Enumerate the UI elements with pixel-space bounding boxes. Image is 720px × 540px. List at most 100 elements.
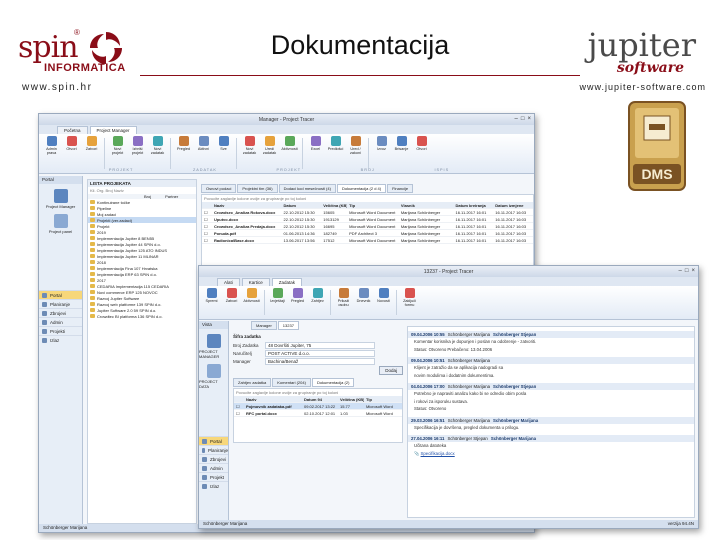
- ribbon-button-activity[interactable]: Aktivnosti: [243, 288, 260, 317]
- manager-titlebar[interactable]: Manager - Project Tracer – □ ×: [39, 114, 534, 125]
- tree-col-broj[interactable]: Broj: [144, 194, 151, 199]
- nav-project-panel[interactable]: Project panel: [39, 214, 82, 234]
- tab-zadatak[interactable]: Zadatak: [271, 278, 303, 286]
- ribbon-button-open[interactable]: Otvori: [63, 136, 80, 171]
- ribbon-button-delete[interactable]: Izbriši projekt: [129, 136, 146, 171]
- ribbon-button-preview[interactable]: Pregled: [289, 288, 306, 317]
- nav-project-data[interactable]: PROJECT DATA: [199, 364, 228, 389]
- doc-tab[interactable]: Osnovi podaci: [201, 184, 237, 193]
- tree-row[interactable]: Crowdtec BI platforma 136 SPIN d.o.: [88, 313, 196, 319]
- ribbon-button-new-task[interactable]: Novi zadatak: [149, 136, 166, 171]
- ribbon-button-close[interactable]: Zatvori: [223, 288, 240, 317]
- close-icon[interactable]: ×: [691, 268, 695, 274]
- ribbon-button-template[interactable]: Predlošci: [327, 136, 344, 171]
- ribbon-button-view[interactable]: Pregled: [175, 136, 192, 171]
- doc-tab[interactable]: Komentari (204): [272, 378, 311, 387]
- nav-project-manager[interactable]: Project Manager: [39, 189, 82, 209]
- ribbon-button-report[interactable]: Izvještaji: [269, 288, 286, 317]
- nav-item-admin[interactable]: Admin: [199, 463, 228, 472]
- tree-col-partner[interactable]: Partner: [165, 194, 178, 199]
- grid-col-header[interactable]: Naziv: [212, 203, 282, 208]
- form-value-field[interactable]: POST ACTIVE d.o.o.: [265, 349, 375, 357]
- ribbon-button-log[interactable]: Dnevnik: [355, 288, 372, 317]
- doc-tab[interactable]: Zahtjev zadatka: [233, 378, 272, 387]
- nav-item-projekti[interactable]: Projekti: [39, 326, 82, 335]
- table-row[interactable]: ☐ Ponuda.pdf 01.06.2013 14:36 182749 PDF Arc…: [202, 230, 533, 237]
- form-value-field[interactable]: 48 Dovršiti Jupiter, 75: [265, 341, 375, 349]
- nav-item-izlaz[interactable]: Izlaz: [199, 481, 228, 490]
- nav-item-izlaz[interactable]: Izlaz: [39, 335, 82, 344]
- tab-pocetna[interactable]: Početna: [57, 126, 88, 134]
- tree-filter[interactable]: Kli. Org. Broj Naziv: [88, 187, 196, 194]
- maximize-icon[interactable]: □: [521, 116, 525, 122]
- ribbon-button-open2[interactable]: Otvori: [413, 136, 430, 171]
- ribbon-button-task[interactable]: Novi zadatak: [241, 136, 258, 171]
- minimize-icon[interactable]: –: [679, 268, 682, 274]
- minimize-icon[interactable]: –: [515, 116, 518, 122]
- ribbon-button-export[interactable]: Izvoz: [373, 136, 390, 171]
- grid-col-header[interactable]: Datum: [282, 203, 322, 208]
- row-checkbox[interactable]: ☐: [202, 210, 212, 215]
- ribbon-button-excel[interactable]: Excel: [307, 136, 324, 171]
- nav-item-portal[interactable]: Portal: [199, 436, 228, 445]
- row-checkbox[interactable]: ☐: [234, 404, 244, 409]
- ribbon-button-all[interactable]: Sve: [215, 136, 232, 171]
- grid-col-header[interactable]: Veličina (KB): [338, 397, 364, 402]
- ribbon-button-news[interactable]: Novosti: [375, 288, 392, 317]
- table-row[interactable]: ☐ Uputvo.docx 22.10.2012 15:30 1913129 Micro…: [202, 216, 533, 223]
- table-row[interactable]: ☐ Pojmovnik zadataka.pdf 09.02.2017 13:22 1…: [234, 403, 402, 410]
- ribbon-button-activity[interactable]: Aktivnosti: [281, 136, 298, 171]
- ribbon-button-close-folder[interactable]: Zatvori: [83, 136, 100, 171]
- ribbon-button-person[interactable]: Prikaži osobu: [335, 288, 352, 317]
- doc-tab[interactable]: Financije: [387, 184, 414, 193]
- doc-tab[interactable]: Dokumentacija (2): [311, 378, 355, 387]
- row-checkbox[interactable]: ☐: [202, 217, 212, 222]
- grid-col-header[interactable]: Datum izmjene: [493, 203, 533, 208]
- nav-item-planiranje[interactable]: Planiranje: [199, 445, 228, 454]
- tab-kartice[interactable]: Kartice: [241, 278, 270, 286]
- ribbon-button-lock[interactable]: Zaključi formu: [401, 288, 418, 317]
- table-row[interactable]: ☐ Crowdsec_Analiza Predaja.docx 22.10.2012…: [202, 223, 533, 230]
- ribbon-button-save[interactable]: Spremi: [203, 288, 220, 317]
- grid-col-header[interactable]: Tip: [364, 397, 402, 402]
- doc-tab[interactable]: Dokumentacija (2 d 4): [336, 184, 387, 193]
- doc-tab[interactable]: Projektni tim (36): [237, 184, 278, 193]
- attachment-link[interactable]: Specifikacija.docx: [421, 451, 455, 456]
- task-titlebar[interactable]: 13237 - Project Tracer – □ ×: [199, 266, 698, 277]
- nav-item-admin[interactable]: Admin: [39, 317, 82, 326]
- grid-col-header[interactable]: Tip: [347, 203, 399, 208]
- inner-tab-task[interactable]: 13237: [277, 321, 299, 330]
- maximize-icon[interactable]: □: [685, 268, 689, 274]
- close-icon[interactable]: ×: [527, 116, 531, 122]
- grid-col-header[interactable]: Naziv: [244, 397, 302, 402]
- row-checkbox[interactable]: ☐: [202, 224, 212, 229]
- nav-item-projekt[interactable]: Projekt: [199, 472, 228, 481]
- ribbon-button-office[interactable]: Ured / zakoni: [347, 136, 364, 171]
- nav-item-zbrojevi[interactable]: Zbrojevi: [199, 454, 228, 463]
- tab-project-manager[interactable]: Project Manager: [89, 126, 137, 134]
- tab-alati[interactable]: Alati: [217, 278, 240, 286]
- ribbon-button-edit-task[interactable]: Uredi zadatak: [261, 136, 278, 171]
- add-button[interactable]: Dodaj: [379, 366, 403, 375]
- ribbon-button-request[interactable]: Zahtjev: [309, 288, 326, 317]
- grid-col-header[interactable]: Veličina (KB): [321, 203, 347, 208]
- grid-col-header[interactable]: Vlasnik: [399, 203, 454, 208]
- row-checkbox[interactable]: ☐: [202, 238, 212, 243]
- nav-item-planiranje[interactable]: Planiranje: [39, 299, 82, 308]
- ribbon-button-admin[interactable]: Admin prava: [43, 136, 60, 171]
- grid-col-header[interactable]: Datum kreiranja: [454, 203, 494, 208]
- ribbon-button-erase[interactable]: Brisanje: [393, 136, 410, 171]
- table-row[interactable]: ☐ RFC portal.docx 02.10.2017 12:01 1.03 Micr…: [234, 410, 402, 417]
- form-value-field[interactable]: Bachina/Benaž: [265, 357, 375, 365]
- doc-tab[interactable]: Dodaci kod mesečnosti (4): [278, 184, 336, 193]
- inner-tab-manager[interactable]: Manager: [251, 321, 277, 330]
- ribbon-button-new-project[interactable]: Novi projekt: [109, 136, 126, 171]
- nav-item-portal[interactable]: Portal: [39, 290, 82, 299]
- ribbon-button-active[interactable]: Aktivni: [195, 136, 212, 171]
- row-checkbox[interactable]: ☐: [202, 231, 212, 236]
- row-checkbox[interactable]: ☐: [234, 411, 244, 416]
- grid-col-header[interactable]: Datum 94: [302, 397, 338, 402]
- nav-project-manager[interactable]: PROJECT MANAGER: [199, 334, 228, 359]
- table-row[interactable]: ☐ Crowdsec_Analiza Rokova.docx 22.10.2012 …: [202, 209, 533, 216]
- nav-item-zbrojevi[interactable]: Zbrojevi: [39, 308, 82, 317]
